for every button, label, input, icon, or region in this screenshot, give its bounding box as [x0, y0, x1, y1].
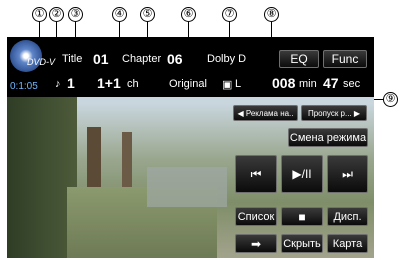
- remain-sec: 47: [323, 75, 339, 91]
- callout-1: ①: [32, 7, 47, 22]
- map-button[interactable]: Карта: [327, 234, 368, 253]
- elapsed-time: 0:1:05: [10, 81, 38, 92]
- next-track-button[interactable]: ⏭: [327, 155, 368, 193]
- ad-skip-button[interactable]: Пропуск р... ▶: [301, 105, 367, 121]
- callout-7: ⑦: [222, 7, 237, 22]
- channels-unit: ch: [127, 78, 139, 90]
- callout-9: ⑨: [383, 92, 398, 107]
- callout-4: ④: [112, 7, 127, 22]
- river: [147, 167, 227, 207]
- title-label: Title: [62, 53, 83, 65]
- channels: 1+1: [97, 75, 121, 91]
- callout-5: ⑤: [140, 7, 155, 22]
- callout-3: ③: [68, 7, 83, 22]
- list-button[interactable]: Список: [235, 207, 277, 226]
- disc-label: DVD-V: [27, 57, 56, 67]
- ad-prev-button[interactable]: ◀ Реклама на..: [233, 105, 298, 121]
- stop-button[interactable]: ■: [281, 207, 323, 226]
- callout-2: ②: [49, 7, 64, 22]
- func-button[interactable]: Func: [323, 50, 367, 68]
- title-number: 01: [93, 51, 109, 67]
- prev-track-button[interactable]: ⏮: [235, 155, 277, 193]
- chapter-label: Chapter: [122, 53, 162, 65]
- remain-min: 008: [272, 75, 296, 91]
- disc-icon: [10, 40, 42, 72]
- subtitle-icon: ▣: [222, 79, 233, 91]
- callout-8: ⑧: [264, 7, 279, 22]
- aspect-mode: Original: [169, 78, 207, 90]
- hide-button[interactable]: Скрыть: [281, 234, 323, 253]
- audio-track: 1: [67, 75, 75, 91]
- audio-type: Dolby D: [207, 53, 247, 65]
- eq-button[interactable]: EQ: [279, 50, 319, 68]
- play-pause-button[interactable]: ▶/II: [281, 155, 323, 193]
- status-bar: DVD-V 0:1:05 Title 01 Chapter 06 Dolby D…: [7, 37, 374, 97]
- callout-6: ⑥: [181, 7, 196, 22]
- sec-unit: sec: [343, 78, 361, 90]
- mode-change-button[interactable]: Смена режима: [288, 128, 368, 147]
- display-button[interactable]: Дисп.: [327, 207, 368, 226]
- chapter-number: 06: [167, 51, 183, 67]
- arrow-button[interactable]: ➡: [235, 234, 277, 253]
- audio-icon: ♪: [55, 78, 61, 90]
- av-screen: DVD-V 0:1:05 Title 01 Chapter 06 Dolby D…: [7, 37, 374, 258]
- subtitle-lang: L: [235, 78, 242, 90]
- min-unit: min: [299, 78, 317, 90]
